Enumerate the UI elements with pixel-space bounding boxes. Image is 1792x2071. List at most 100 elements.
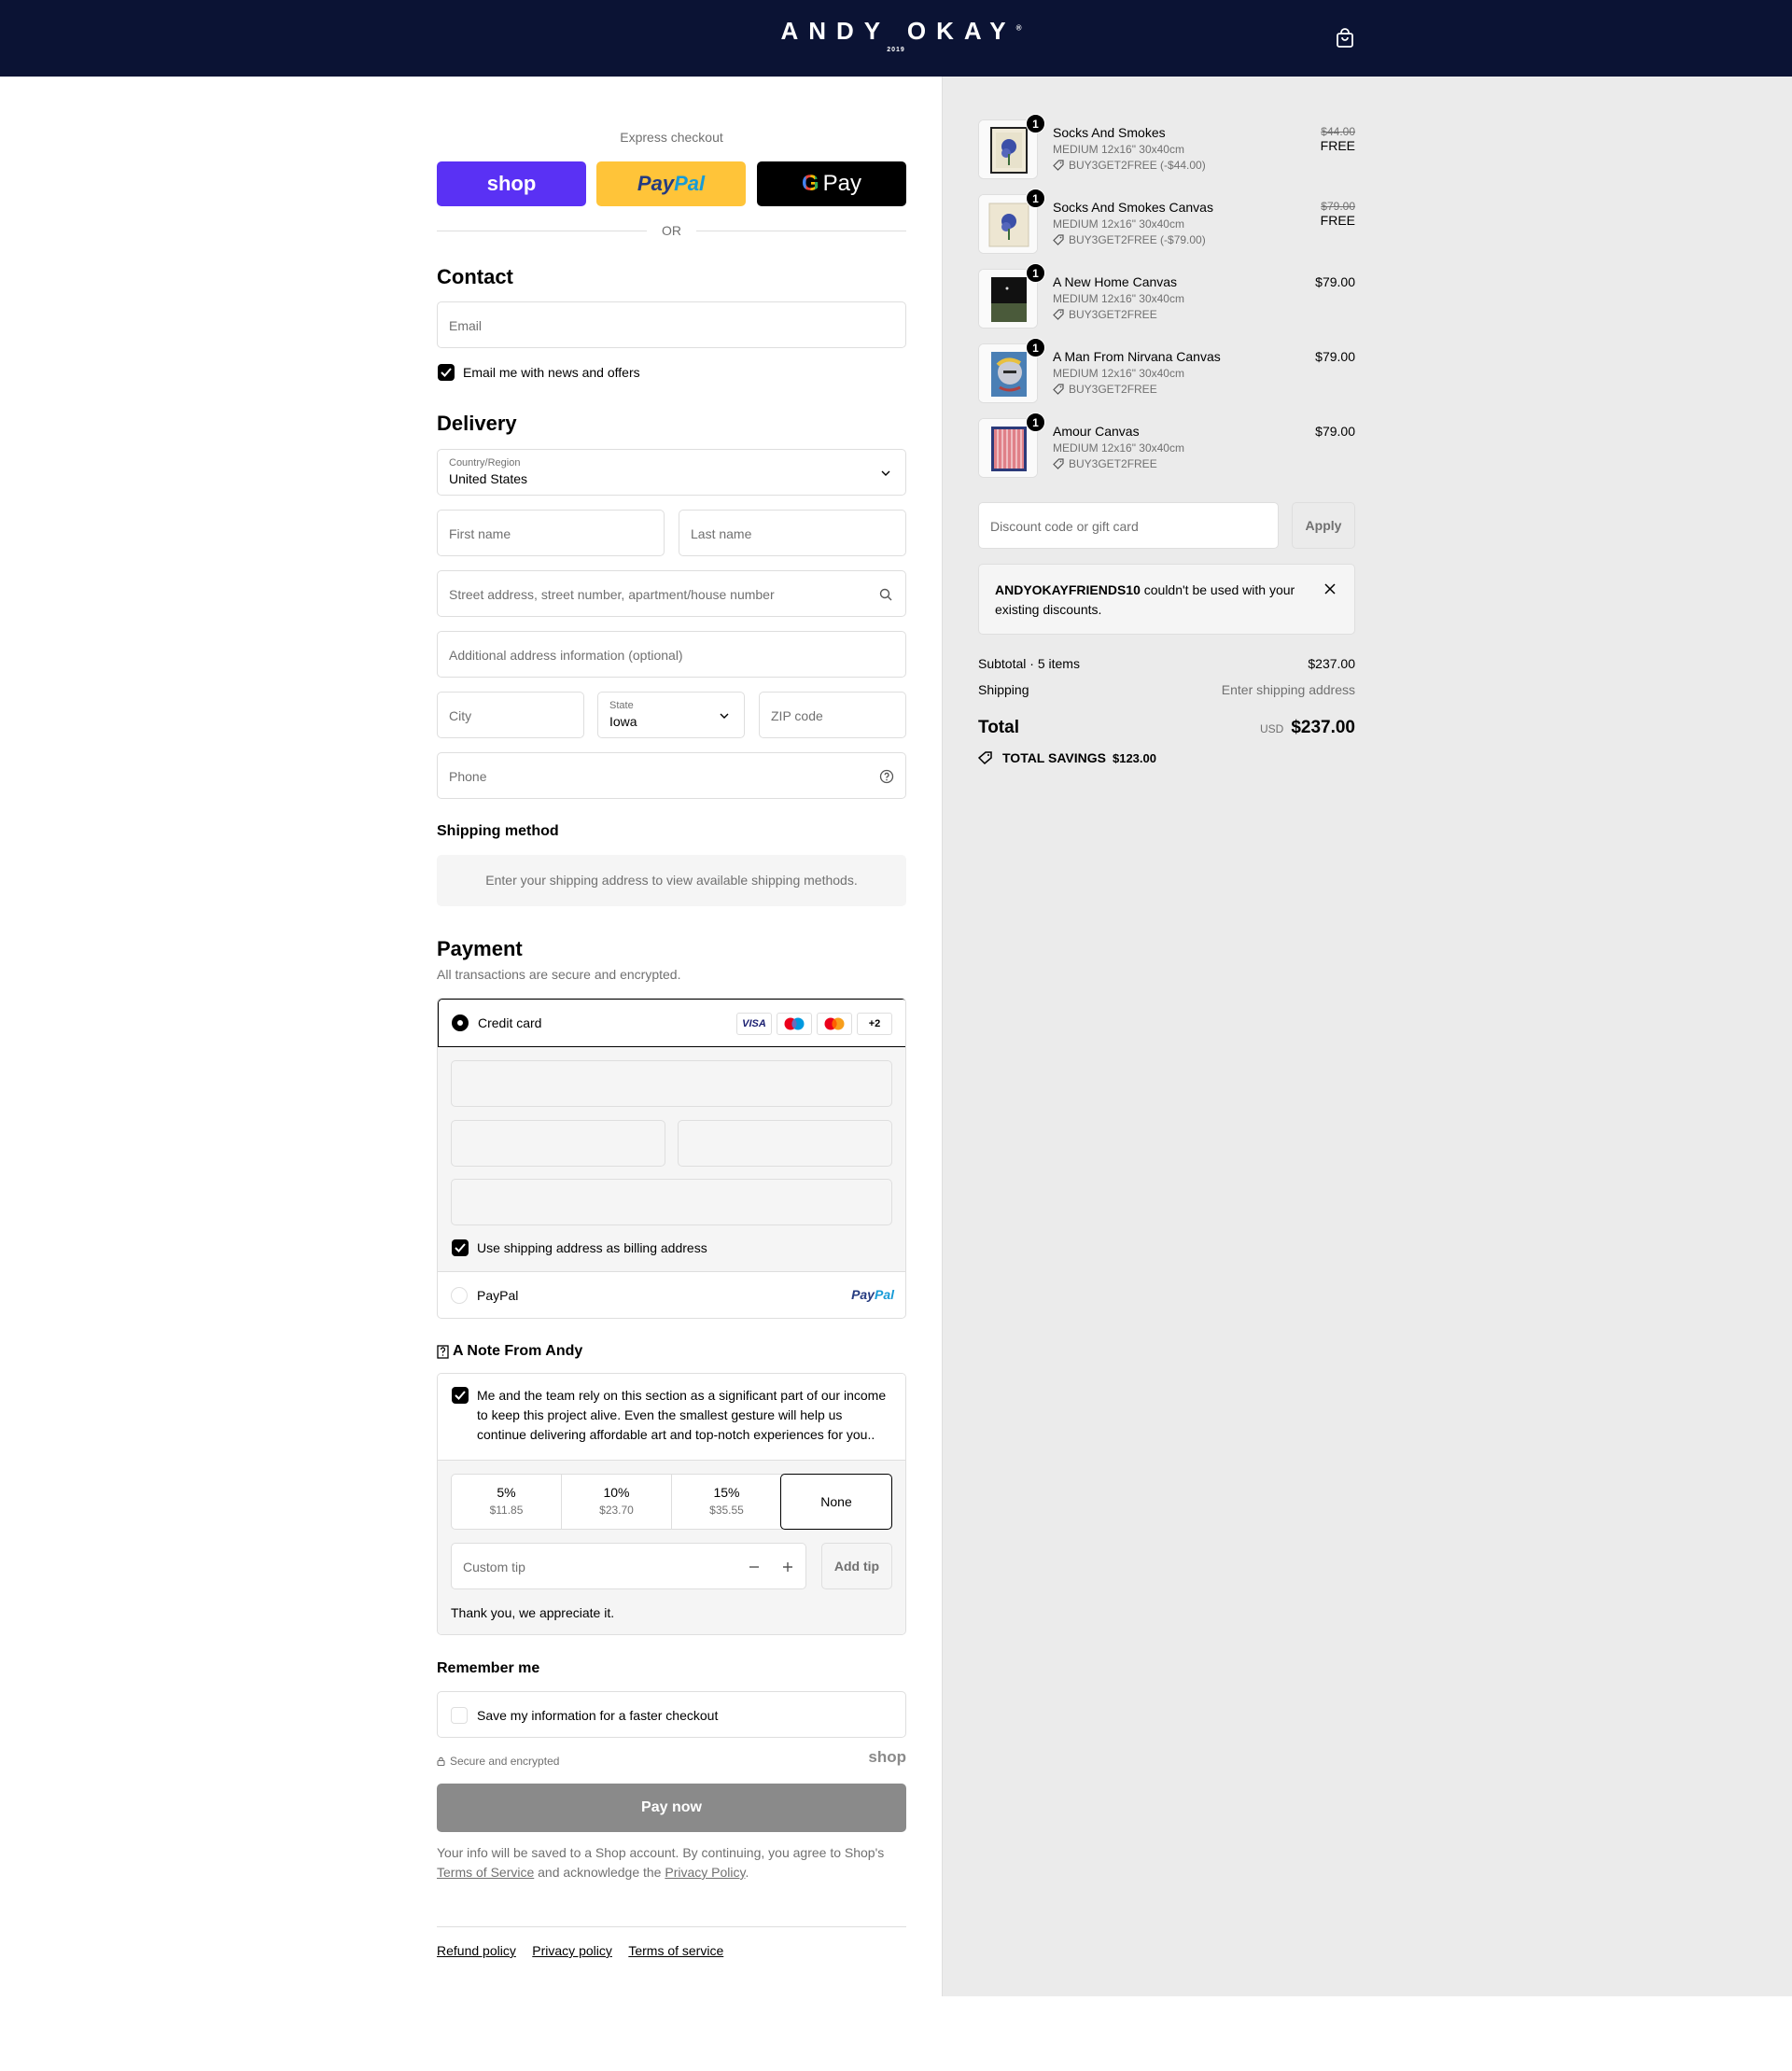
- country-select[interactable]: Country/Region United States: [437, 449, 906, 496]
- address-field[interactable]: Street address, street number, apartment…: [437, 570, 906, 617]
- news-checkbox-row[interactable]: Email me with news and offers: [438, 364, 640, 381]
- search-icon: [879, 588, 892, 601]
- discount-error-line1: couldn't be used with your: [1143, 582, 1295, 597]
- quantity-badge: 1: [1026, 413, 1045, 432]
- tip-options: 5% $11.85 10% $23.70 15% $35.55 None Custom…: [438, 1460, 905, 1634]
- zip-field[interactable]: ZIP code: [759, 692, 906, 738]
- quantity-badge: 1: [1026, 189, 1045, 208]
- terms-of-service-link[interactable]: Terms of service: [628, 1943, 723, 1958]
- paypal-logo: PayPal: [851, 1287, 894, 1302]
- subtotal-label: Subtotal · 5 items: [978, 656, 1080, 671]
- tag-icon: [1053, 384, 1064, 395]
- paypal-logo-pay: Pay: [637, 172, 675, 195]
- news-checkbox[interactable]: [438, 364, 455, 381]
- help-icon[interactable]: [879, 769, 894, 784]
- tag-icon: [1053, 309, 1064, 320]
- product-name: Amour Canvas: [1053, 424, 1140, 439]
- last-name-field[interactable]: Last name: [679, 510, 906, 556]
- refund-policy-link[interactable]: Refund policy: [437, 1943, 516, 1958]
- shopping-bag-icon[interactable]: [1336, 28, 1354, 49]
- shipping-method-heading: Shipping method: [437, 823, 559, 839]
- city-field[interactable]: City: [437, 692, 584, 738]
- product-name: Socks And Smokes Canvas: [1053, 200, 1213, 215]
- discount-error-banner: ANDYOKAYFRIENDS10 couldn't be used with …: [978, 564, 1355, 635]
- maestro-icon: [777, 1013, 812, 1035]
- product-price: $79.00 FREE: [1321, 200, 1355, 228]
- save-info-checkbox[interactable]: [451, 1707, 468, 1724]
- first-name-field[interactable]: First name: [437, 510, 665, 556]
- chevron-down-icon: [881, 470, 890, 476]
- address2-field[interactable]: Additional address information (optional…: [437, 631, 906, 678]
- product-price: $79.00: [1315, 424, 1355, 439]
- paypal-option[interactable]: PayPal PayPal: [438, 1271, 905, 1318]
- currency-code: USD: [1259, 722, 1284, 735]
- email-placeholder: Email: [449, 318, 483, 333]
- visa-icon: VISA: [736, 1013, 772, 1035]
- product-price: $44.00 FREE: [1321, 125, 1355, 153]
- minus-icon[interactable]: [749, 1561, 760, 1573]
- brand-logo[interactable]: ANDY OKAY® 2019: [0, 17, 1792, 53]
- tag-icon: [978, 751, 992, 764]
- pay-now-button[interactable]: Pay now: [437, 1784, 906, 1832]
- discount-placeholder: Discount code or gift card: [990, 519, 1139, 534]
- tip-consent-checkbox[interactable]: [452, 1387, 469, 1404]
- discount-label: BUY3GET2FREE: [1069, 308, 1157, 321]
- tip-option-15[interactable]: 15% $35.55: [672, 1475, 782, 1529]
- close-icon[interactable]: [1324, 583, 1336, 595]
- shop-terms-link[interactable]: Terms of Service: [437, 1865, 534, 1880]
- shop-privacy-link[interactable]: Privacy Policy: [665, 1865, 745, 1880]
- plus-icon[interactable]: [782, 1561, 793, 1573]
- custom-tip-field[interactable]: Custom tip: [451, 1543, 806, 1589]
- card-name-field[interactable]: [451, 1179, 892, 1225]
- tip-option-none[interactable]: None: [780, 1474, 892, 1530]
- state-value: Iowa: [609, 714, 637, 729]
- tip-thanks: Thank you, we appreciate it.: [451, 1605, 615, 1620]
- apply-discount-button[interactable]: Apply: [1292, 502, 1355, 549]
- state-select[interactable]: State Iowa: [597, 692, 745, 738]
- tip-option-10[interactable]: 10% $23.70: [562, 1475, 672, 1529]
- product-name: A Man From Nirvana Canvas: [1053, 349, 1221, 364]
- last-name-placeholder: Last name: [691, 526, 752, 541]
- credit-card-label: Credit card: [478, 1015, 542, 1030]
- google-pay-button[interactable]: G Pay: [757, 161, 906, 206]
- billing-checkbox-row[interactable]: Use shipping address as billing address: [452, 1239, 707, 1256]
- line-item: 1 Amour Canvas MEDIUM 12x16" 30x40cm BUY…: [978, 413, 1355, 480]
- payment-methods: Credit card VISA +2 Use shipping address…: [437, 998, 906, 1319]
- add-tip-button[interactable]: Add tip: [821, 1543, 892, 1589]
- paypal-logo-pal: Pal: [674, 172, 706, 195]
- discount-error-code: ANDYOKAYFRIENDS10: [995, 582, 1141, 597]
- card-expiry-field[interactable]: [451, 1120, 665, 1167]
- original-price: $79.00: [1321, 200, 1355, 213]
- paypal-logo-pay: Pay: [851, 1287, 875, 1302]
- address2-placeholder: Additional address information (optional…: [449, 648, 683, 663]
- country-value: United States: [449, 471, 528, 486]
- paypal-radio[interactable]: [451, 1287, 468, 1304]
- state-label: State: [609, 700, 634, 711]
- card-details-form: Use shipping address as billing address: [438, 1047, 905, 1271]
- total-row: Total USD $237.00: [978, 718, 1355, 742]
- credit-card-option[interactable]: Credit card VISA +2: [438, 999, 905, 1047]
- tip-option-5[interactable]: 5% $11.85: [452, 1475, 562, 1529]
- product-discount: BUY3GET2FREE (-$79.00): [1053, 233, 1206, 246]
- product-discount: BUY3GET2FREE: [1053, 383, 1157, 396]
- phone-field[interactable]: Phone: [437, 752, 906, 799]
- discount-code-input[interactable]: Discount code or gift card: [978, 502, 1279, 549]
- payment-heading: Payment: [437, 937, 523, 960]
- current-price: $79.00: [1315, 274, 1355, 289]
- shipping-method-message: Enter your shipping address to view avai…: [437, 855, 906, 906]
- product-discount: BUY3GET2FREE (-$44.00): [1053, 159, 1206, 172]
- tip-section: Me and the team rely on this section as …: [437, 1373, 906, 1635]
- shop-pay-button[interactable]: shop: [437, 161, 586, 206]
- save-info-row[interactable]: Save my information for a faster checkou…: [437, 1691, 906, 1738]
- card-number-field[interactable]: [451, 1060, 892, 1107]
- discount-error-line2: existing discounts.: [995, 602, 1102, 617]
- legal-text-1: Your info will be saved to a Shop accoun…: [437, 1845, 885, 1860]
- tip-consent-row[interactable]: Me and the team rely on this section as …: [438, 1374, 905, 1460]
- privacy-policy-link[interactable]: Privacy policy: [532, 1943, 612, 1958]
- billing-checkbox[interactable]: [452, 1239, 469, 1256]
- tip-percent: 5%: [497, 1485, 516, 1500]
- email-field[interactable]: Email: [437, 301, 906, 348]
- paypal-button[interactable]: Pay Pal: [596, 161, 746, 206]
- credit-card-radio[interactable]: [452, 1015, 469, 1031]
- card-security-code-field[interactable]: [678, 1120, 892, 1167]
